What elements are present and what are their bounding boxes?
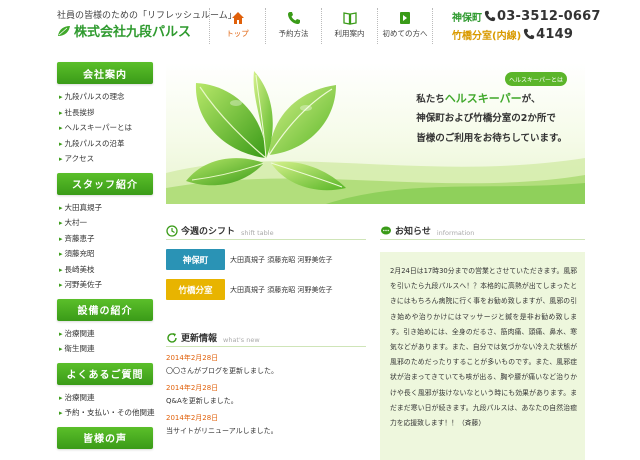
news-date: 2014年2月28日 bbox=[166, 384, 219, 392]
section-subtitle: what's new bbox=[223, 336, 260, 344]
nav-top[interactable]: トップ bbox=[209, 8, 265, 44]
news-heading: 更新情報 what's new bbox=[166, 329, 366, 347]
phone-icon bbox=[287, 12, 300, 24]
sidebar-item[interactable]: 河野美佐子 bbox=[59, 277, 153, 293]
contact-takebashi: 竹橋分室(内線) 4149 bbox=[452, 25, 638, 43]
sidebar-item[interactable]: 須藤充昭 bbox=[59, 246, 153, 262]
section-title: お知らせ bbox=[395, 227, 431, 237]
sidebar-item[interactable]: 治療関連 bbox=[59, 326, 153, 342]
sidebar-item[interactable]: 斉藤恵子 bbox=[59, 231, 153, 247]
guide-book-icon bbox=[400, 12, 410, 24]
contact-jimbocho: 神保町 03-3512-0667 bbox=[452, 7, 638, 25]
news-text[interactable]: 当サイトがリニューアルしました。 bbox=[166, 426, 366, 437]
contact-phone-number[interactable]: 03-3512-0667 bbox=[497, 9, 601, 24]
news-date: 2014年2月28日 bbox=[166, 414, 219, 422]
nav-usage-guide[interactable]: 利用案内 bbox=[321, 8, 377, 44]
nav-reservation[interactable]: 予約方法 bbox=[265, 8, 321, 44]
sidebar-item[interactable]: 治療関連 bbox=[59, 390, 153, 406]
sidebar-list-facilities: 治療関連 衛生関連 bbox=[57, 321, 153, 363]
site-header: 社員の皆様のための「リフレッシュルーム」 株式会社九段パルス トップ 予約方法 bbox=[0, 0, 640, 52]
sidebar-heading-voices[interactable]: 皆様の声 bbox=[57, 426, 153, 449]
sidebar: 会社案内 九段パルスの理念 社長挨拶 ヘルスキーパーとは 九段パルスの沿革 アク… bbox=[57, 62, 155, 449]
company-logo[interactable]: 株式会社九段パルス bbox=[57, 21, 191, 40]
main-nav: トップ 予約方法 利用案内 初めての方へ bbox=[209, 8, 433, 44]
notice-heading: お知らせ information bbox=[380, 222, 585, 240]
section-title: 今週のシフト bbox=[181, 227, 236, 237]
news-date: 2014年2月28日 bbox=[166, 354, 219, 362]
shift-row-takebashi: 竹橋分室 大田真規子 須藤充昭 河野美佐子 bbox=[166, 279, 366, 300]
hero-banner: ヘルスキーパーとは 私たちヘルスキーパーが、 神保町および竹橋分室の2か所で 皆… bbox=[166, 63, 585, 204]
leaf-logo-icon bbox=[58, 25, 70, 36]
news-text[interactable]: Q&Aを更新しました。 bbox=[166, 396, 366, 407]
news-item[interactable]: 2014年2月28日 〇〇さんがブログを更新しました。 bbox=[166, 353, 366, 377]
section-subtitle: information bbox=[436, 229, 475, 237]
shift-location-label: 神保町 bbox=[166, 249, 225, 270]
nav-label: 初めての方へ bbox=[382, 29, 428, 38]
hero-message: 私たちヘルスキーパーが、 神保町および竹橋分室の2か所で 皆様のご利用をお待ちし… bbox=[416, 90, 567, 150]
notice-body: 2月24日は17時30分までの営業とさせていただきます。風邪を引いたら九段パルス… bbox=[390, 267, 577, 428]
nav-first-time[interactable]: 初めての方へ bbox=[377, 8, 433, 44]
sidebar-list-staff: 大田真規子 大村一 斉藤恵子 須藤充昭 長崎美枝 河野美佐子 bbox=[57, 195, 153, 299]
health-keeper-badge[interactable]: ヘルスキーパーとは bbox=[505, 72, 567, 86]
contact-location: 竹橋分室(内線) bbox=[452, 30, 522, 42]
home-icon bbox=[231, 12, 244, 24]
sidebar-item[interactable]: 九段パルスの理念 bbox=[59, 89, 153, 105]
shift-heading: 今週のシフト shift table bbox=[166, 222, 366, 240]
contact-location: 神保町 bbox=[452, 12, 482, 24]
shift-location-label: 竹橋分室 bbox=[166, 279, 225, 300]
sidebar-item[interactable]: 社長挨拶 bbox=[59, 105, 153, 121]
contact-info: 神保町 03-3512-0667 竹橋分室(内線) 4149 bbox=[452, 7, 638, 43]
sidebar-heading-faq[interactable]: よくあるご質問 bbox=[57, 362, 153, 385]
phone-icon bbox=[484, 10, 496, 22]
nav-label: 予約方法 bbox=[278, 29, 309, 38]
section-subtitle: shift table bbox=[241, 229, 274, 237]
book-icon bbox=[342, 12, 357, 25]
contact-extension-number[interactable]: 4149 bbox=[536, 27, 573, 42]
sidebar-item[interactable]: 大田真規子 bbox=[59, 200, 153, 216]
clock-icon bbox=[166, 225, 178, 237]
notice-heading-row: お知らせ information bbox=[380, 222, 585, 240]
sidebar-item[interactable]: 大村一 bbox=[59, 215, 153, 231]
notice-box: 2月24日は17時30分までの営業とさせていただきます。風邪を引いたら九段パルス… bbox=[380, 252, 585, 460]
refresh-icon bbox=[167, 333, 177, 343]
hero-text: 私たち bbox=[416, 94, 445, 105]
sidebar-list-company: 九段パルスの理念 社長挨拶 ヘルスキーパーとは 九段パルスの沿革 アクセス bbox=[57, 84, 153, 173]
phone-icon bbox=[523, 28, 535, 40]
sidebar-heading-staff[interactable]: スタッフ紹介 bbox=[57, 172, 153, 195]
hero-emphasis: ヘルスキーパー bbox=[444, 92, 522, 105]
sidebar-item[interactable]: 長崎美枝 bbox=[59, 262, 153, 278]
news-item[interactable]: 2014年2月28日 当サイトがリニューアルしました。 bbox=[166, 413, 366, 437]
nav-label: 利用案内 bbox=[334, 29, 365, 38]
shift-row-jimbocho: 神保町 大田真規子 須藤充昭 河野美佐子 bbox=[166, 249, 366, 270]
hero-line-2: 神保町および竹橋分室の2か所で bbox=[416, 113, 556, 124]
news-item[interactable]: 2014年2月28日 Q&Aを更新しました。 bbox=[166, 383, 366, 407]
section-title: 更新情報 bbox=[181, 334, 218, 344]
chat-bubble-icon bbox=[381, 226, 391, 235]
sidebar-item[interactable]: 予約・支払い・その他関連 bbox=[59, 405, 155, 421]
sidebar-list-faq: 治療関連 予約・支払い・その他関連 bbox=[57, 385, 155, 427]
hero-text: が、 bbox=[521, 94, 541, 105]
sidebar-item[interactable]: 衛生関連 bbox=[59, 341, 153, 357]
shift-staff-names: 大田真規子 須藤充昭 河野美佐子 bbox=[230, 285, 333, 294]
sidebar-heading-facilities[interactable]: 設備の紹介 bbox=[57, 298, 153, 321]
sidebar-heading-company[interactable]: 会社案内 bbox=[57, 62, 153, 84]
nav-label: トップ bbox=[226, 29, 249, 38]
sidebar-item[interactable]: ヘルスキーパーとは bbox=[59, 120, 153, 136]
company-name: 株式会社九段パルス bbox=[74, 25, 192, 40]
sidebar-item[interactable]: 九段パルスの沿革 bbox=[59, 136, 153, 152]
hero-line-3: 皆様のご利用をお待ちしています。 bbox=[416, 133, 567, 144]
hero-line-1: 私たちヘルスキーパーが、 bbox=[416, 90, 567, 110]
news-text[interactable]: 〇〇さんがブログを更新しました。 bbox=[166, 366, 366, 377]
shift-staff-names: 大田真規子 須藤充昭 河野美佐子 bbox=[230, 255, 333, 264]
sidebar-item[interactable]: アクセス bbox=[59, 151, 153, 167]
shift-section: 今週のシフト shift table 神保町 大田真規子 須藤充昭 河野美佐子 … bbox=[166, 222, 366, 300]
news-section: 更新情報 what's new 2014年2月28日 〇〇さんがブログを更新しま… bbox=[166, 329, 366, 437]
